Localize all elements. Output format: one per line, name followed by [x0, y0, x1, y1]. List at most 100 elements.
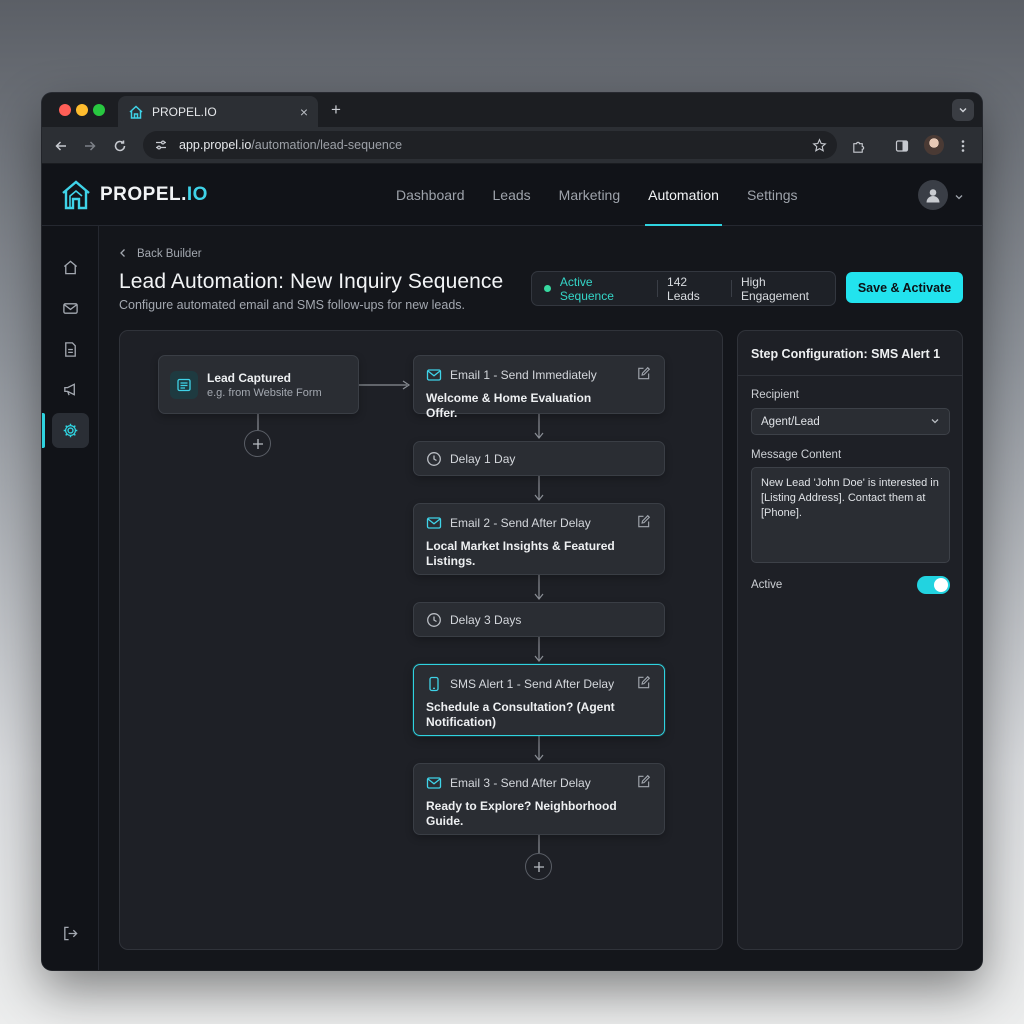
step-header: Email 1 - Send Immediately [450, 368, 597, 382]
site-settings-icon[interactable] [153, 137, 169, 153]
gear-icon [63, 423, 78, 438]
tab-search-button[interactable] [952, 99, 974, 121]
flow-step-email-1[interactable]: Email 1 - Send Immediately Welcome & Hom… [413, 355, 665, 420]
mail-icon [426, 775, 442, 791]
toggle-knob [934, 578, 948, 592]
plus-icon [533, 861, 544, 872]
forward-arrow-icon[interactable] [80, 136, 100, 156]
engagement-label: High Engagement [740, 274, 809, 303]
reload-icon[interactable] [110, 136, 130, 156]
bookmark-star-icon[interactable] [812, 137, 827, 153]
minimize-window-button[interactable] [76, 104, 88, 116]
browser-profile-avatar[interactable] [924, 135, 944, 155]
nav-dashboard[interactable]: Dashboard [396, 164, 465, 226]
step-header: SMS Alert 1 - Send After Delay [450, 677, 615, 691]
maximize-window-button[interactable] [93, 104, 105, 116]
chevron-left-icon [119, 247, 127, 261]
flow-step-email-2[interactable]: Email 2 - Send After Delay Local Market … [413, 503, 665, 575]
trigger-subtitle: e.g. from Website Form [207, 387, 322, 399]
flow-step-delay-1[interactable]: Delay 1 Day [413, 441, 665, 476]
mail-icon [426, 515, 442, 531]
step-header: Email 3 - Send After Delay [450, 776, 591, 790]
home-icon [63, 260, 78, 275]
edit-icon[interactable] [636, 366, 652, 382]
nav-settings[interactable]: Settings [747, 164, 798, 226]
edit-icon[interactable] [636, 514, 652, 530]
tab-title: PROPEL.IO [152, 104, 217, 119]
sidebar-item-logout[interactable] [52, 916, 89, 951]
house-logo-icon [62, 180, 90, 210]
panel-title: Step Configuration: SMS Alert 1 [751, 347, 941, 361]
leads-count: 142 Leads [667, 274, 700, 303]
flow-canvas[interactable]: Lead Captured e.g. from Website Form Ema… [119, 330, 723, 950]
chevron-down-icon [959, 108, 967, 113]
address-bar[interactable]: app.propel.io/automation/lead-sequence [143, 131, 837, 159]
brand-logo[interactable]: PROPEL.IO [60, 179, 208, 211]
tab-close-icon[interactable]: × [300, 104, 308, 120]
side-panel-icon[interactable] [892, 136, 912, 156]
plus-icon [252, 438, 263, 449]
sidebar-active-indicator [42, 413, 45, 448]
flow-step-email-3[interactable]: Email 3 - Send After Delay Ready to Expl… [413, 763, 665, 835]
nav-leads[interactable]: Leads [493, 164, 531, 226]
nav-automation[interactable]: Automation [645, 164, 722, 226]
page-title: Lead Automation: New Inquiry Sequence [119, 270, 504, 293]
sidebar-item-marketing[interactable] [52, 372, 89, 407]
step-body: Local Market Insights & Featured Listing… [426, 539, 615, 568]
url-host: app.propel.io [179, 138, 252, 152]
extensions-puzzle-icon[interactable] [848, 136, 868, 156]
divider [730, 280, 732, 297]
trigger-title: Lead Captured [207, 371, 292, 385]
status-active-label: Active Sequence [559, 274, 614, 303]
add-branch-button[interactable] [244, 430, 271, 457]
back-arrow-icon[interactable] [51, 136, 71, 156]
more-vertical-icon[interactable] [953, 136, 973, 156]
flow-step-delay-2[interactable]: Delay 3 Days [413, 602, 665, 637]
save-activate-button[interactable]: Save & Activate [846, 272, 963, 303]
tab-strip: PROPEL.IO × + [42, 93, 982, 127]
nav-marketing[interactable]: Marketing [559, 164, 620, 226]
clock-icon [426, 612, 442, 628]
step-header: Delay 1 Day [450, 452, 516, 466]
sequence-status-bar: Active Sequence 142 Leads High Engagemen… [531, 271, 836, 306]
phone-icon [426, 676, 442, 692]
step-header: Delay 3 Days [450, 613, 522, 627]
step-body: Schedule a Consultation? (Agent Notifica… [426, 700, 615, 729]
url-path: /automation/lead-sequence [251, 138, 403, 152]
sidebar-item-mail[interactable] [52, 291, 89, 326]
close-window-button[interactable] [59, 104, 71, 116]
back-builder-label: Back Builder [137, 248, 202, 260]
edit-icon[interactable] [636, 774, 652, 790]
chevron-down-icon [930, 416, 940, 429]
page-subtitle: Configure automated email and SMS follow… [119, 298, 466, 312]
sidebar-item-home[interactable] [52, 250, 89, 285]
user-avatar[interactable] [918, 180, 948, 210]
step-header: Email 2 - Send After Delay [450, 516, 591, 530]
active-toggle[interactable] [917, 576, 950, 594]
main-nav: Dashboard Leads Marketing Automation Set… [396, 164, 826, 226]
logout-icon [64, 926, 78, 941]
message-label: Message Content [751, 449, 842, 461]
message-content-textarea[interactable]: New Lead 'John Doe' is interested in [Li… [751, 467, 950, 563]
recipient-label: Recipient [751, 389, 799, 401]
house-favicon-icon [128, 104, 144, 120]
step-body: Ready to Explore? Neighborhood Guide. [426, 799, 617, 828]
chevron-down-icon[interactable] [954, 189, 964, 207]
mail-icon [426, 367, 442, 383]
status-dot [544, 285, 551, 292]
browser-tab[interactable]: PROPEL.IO × [118, 96, 318, 127]
add-step-button[interactable] [525, 853, 552, 880]
flow-connectors [257, 380, 544, 853]
sidebar-item-documents[interactable] [52, 332, 89, 367]
trigger-node[interactable]: Lead Captured e.g. from Website Form [158, 355, 359, 414]
app-header: PROPEL.IO Dashboard Leads Marketing Auto… [42, 164, 982, 226]
flow-step-sms-1[interactable]: SMS Alert 1 - Send After Delay Schedule … [413, 664, 665, 736]
recipient-select[interactable]: Agent/Lead [751, 408, 950, 435]
sidebar-item-automation[interactable] [52, 413, 89, 448]
brand-name: PROPEL.IO [100, 184, 208, 205]
user-icon [926, 189, 940, 203]
back-builder-link[interactable]: Back Builder [119, 247, 202, 261]
recipient-value: Agent/Lead [761, 415, 820, 428]
edit-icon[interactable] [636, 675, 652, 691]
new-tab-button[interactable]: + [326, 100, 346, 120]
